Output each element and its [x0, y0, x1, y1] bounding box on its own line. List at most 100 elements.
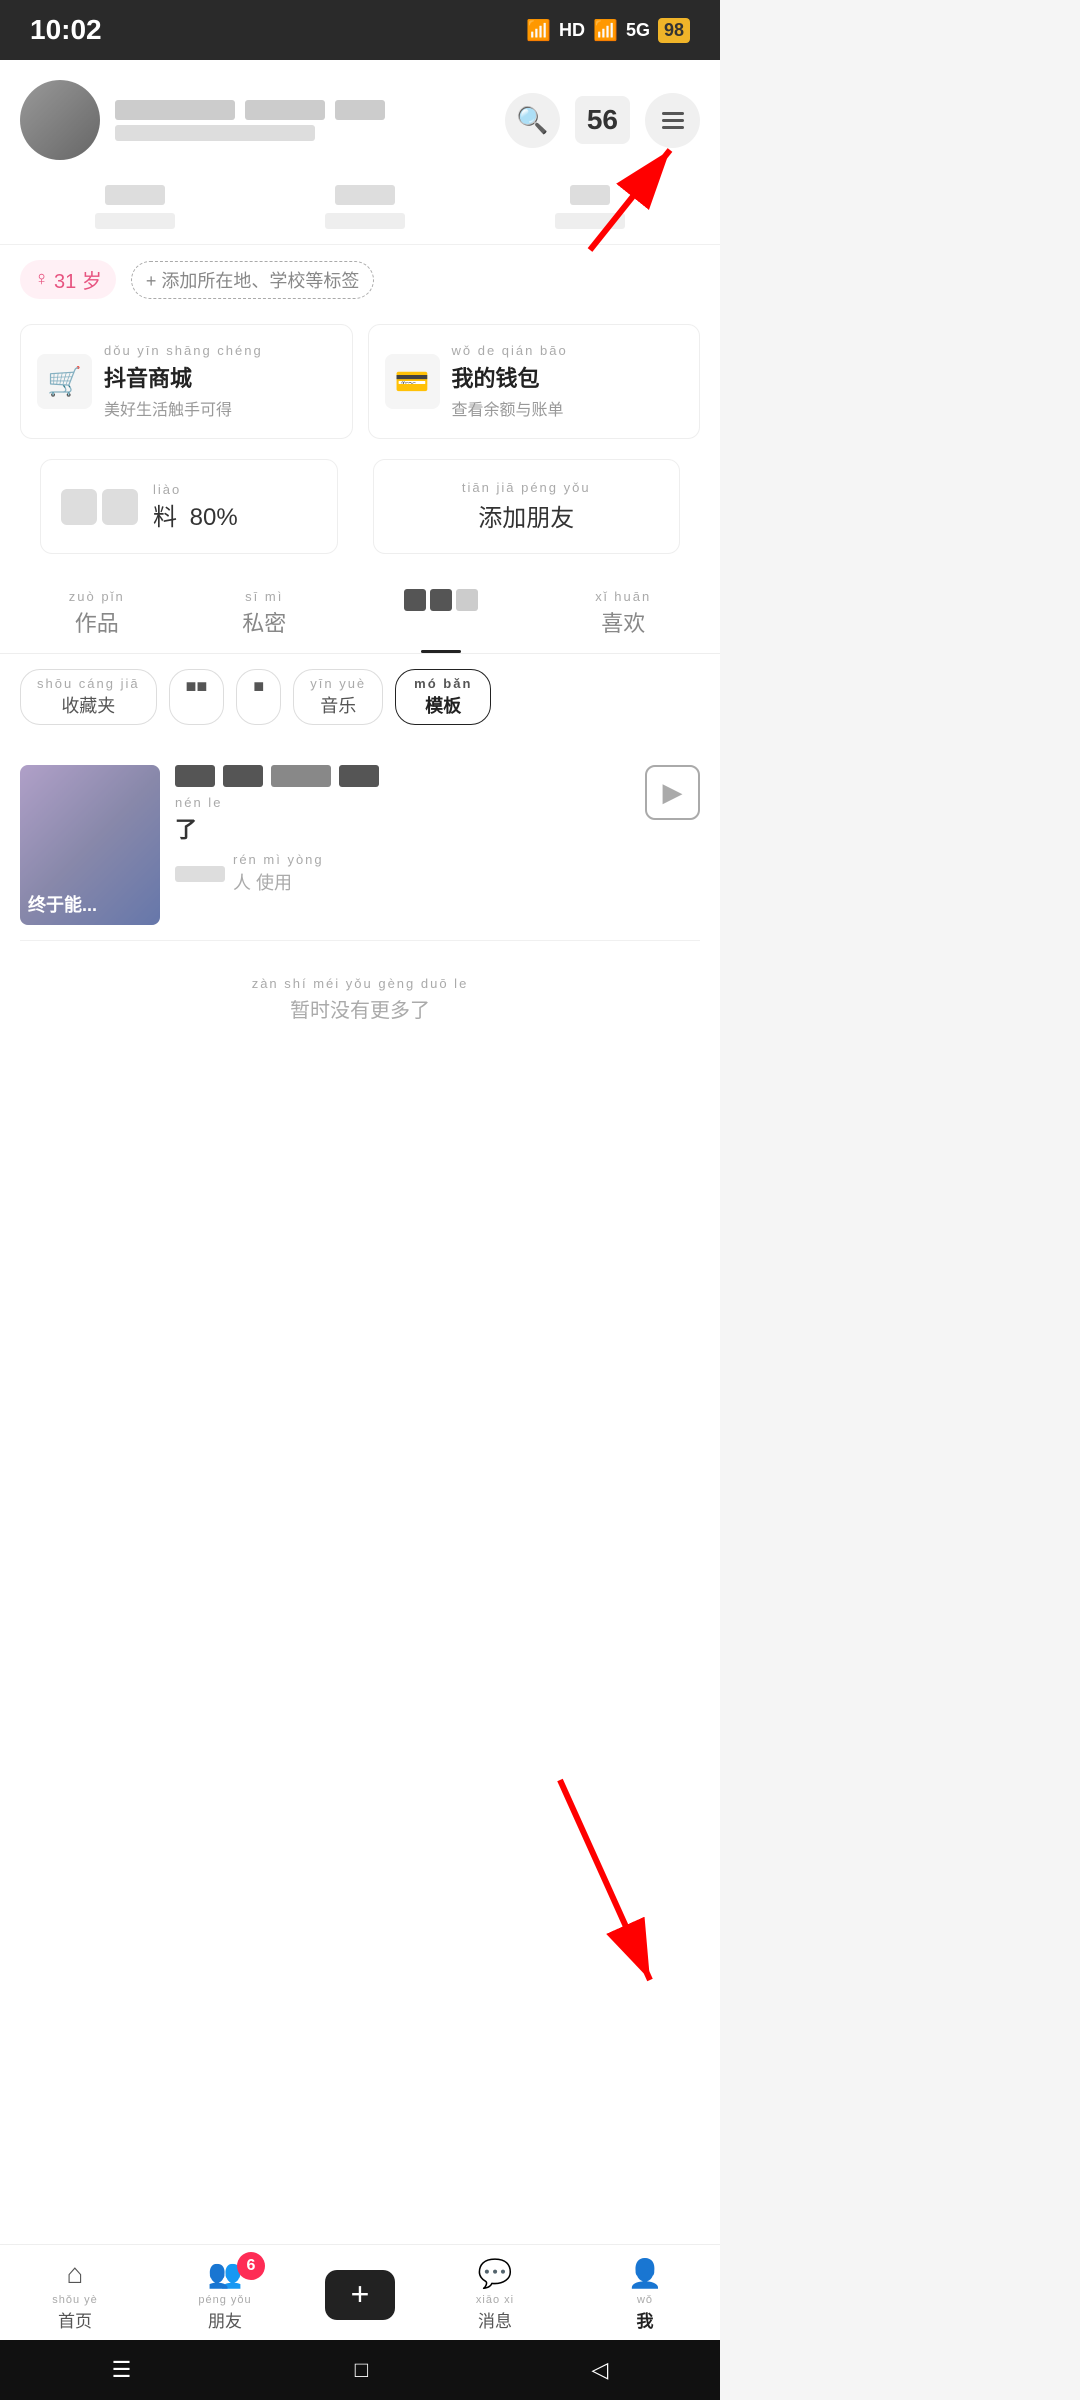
post-meta-pinyin: rén mì yòng	[233, 852, 324, 867]
filter-favorites-label: 收藏夹	[61, 692, 115, 718]
filter-music[interactable]: yīn yuè 音乐	[293, 669, 383, 725]
username-block-3	[335, 100, 385, 120]
tabs-container: zuò pǐn 作品 sī mì 私密 xǐ huān 喜欢	[0, 574, 720, 654]
content-section: 终于能... nén le 了	[0, 740, 720, 1063]
post-thumbnail: 终于能...	[20, 765, 160, 925]
menu-line-2	[662, 119, 684, 122]
menu-button[interactable]	[645, 93, 700, 148]
nav-messages[interactable]: 💬 xiāo xi 消息	[445, 2257, 545, 2332]
shop-subtitle: 美好生活触手可得	[104, 396, 263, 420]
post-meta-text: rén mì yòng 人 使用	[233, 852, 324, 895]
stat-following[interactable]	[95, 185, 175, 229]
plus-icon: +	[351, 2276, 370, 2313]
post-info: nén le 了 rén mì yòng 人 使用	[175, 765, 630, 895]
filter-type3[interactable]: ■	[236, 669, 281, 725]
profile-complete-pinyin: liào	[153, 482, 317, 497]
post-meta-blocks: rén mì yòng 人 使用	[175, 852, 630, 895]
filter-favorites-pinyin: shōu cáng jiā	[37, 676, 140, 691]
stat-followers[interactable]	[325, 185, 405, 229]
nav-plus-button[interactable]: +	[325, 2270, 395, 2320]
likes-label-block	[555, 213, 625, 229]
system-home-button[interactable]: □	[355, 2357, 368, 2383]
shop-card[interactable]: 🛒 dǒu yīn shāng chéng 抖音商城 美好生活触手可得	[20, 324, 353, 439]
signal-icon: 📶	[593, 18, 618, 43]
add-tag-button[interactable]: + 添加所在地、学校等标签	[131, 261, 375, 299]
wallet-icon: 💳	[385, 354, 440, 409]
system-menu-button[interactable]: ☰	[112, 2357, 132, 2383]
search-button[interactable]: 🔍	[505, 93, 560, 148]
nav-home[interactable]: ⌂ shǒu yè 首页	[25, 2258, 125, 2332]
followers-label-block	[325, 213, 405, 229]
gender-icon: ♀	[34, 268, 49, 291]
tab-grid-sq2	[430, 589, 452, 611]
notification-count[interactable]: 56	[575, 96, 630, 144]
stat-likes[interactable]	[555, 185, 625, 229]
bottom-nav: ⌂ shǒu yè 首页 6 👥 péng yǒu 朋友 + 💬 xiāo xi…	[0, 2244, 720, 2340]
username-row	[115, 100, 385, 120]
profile-complete-card[interactable]: liào 料 80%	[40, 459, 338, 554]
status-time: 10:02	[30, 14, 102, 46]
post-title-blocks	[175, 765, 630, 787]
profile-info	[115, 100, 385, 141]
likes-num-block	[570, 185, 610, 205]
shop-title-pinyin: dǒu yīn shāng chéng	[104, 343, 263, 358]
meta-block-1	[175, 866, 225, 882]
nav-home-label: 首页	[58, 2307, 92, 2332]
add-tag-label: + 添加所在地、学校等标签	[146, 267, 360, 293]
arrow-bottom-right	[500, 1760, 700, 2010]
tab-works[interactable]: zuò pǐn 作品	[59, 574, 135, 653]
gender-age-tag: ♀ 31 岁	[20, 260, 116, 299]
nav-messages-label: 消息	[478, 2307, 512, 2332]
tab-likes[interactable]: xǐ huān 喜欢	[585, 574, 661, 653]
tab-private[interactable]: sī mì 私密	[232, 574, 296, 653]
friends-badge: 6	[237, 2252, 265, 2280]
hd-label: HD	[559, 20, 585, 41]
spacer	[0, 1063, 720, 1663]
nav-me-pinyin: wǒ	[637, 2294, 653, 2306]
followers-num-block	[335, 185, 395, 205]
shop-title: 抖音商城	[104, 361, 263, 393]
tab-grid-icons	[404, 589, 478, 611]
tab-works-pinyin: zuò pǐn	[69, 589, 125, 604]
avatar[interactable]	[20, 80, 100, 160]
system-nav: ☰ □ ◁	[0, 2340, 720, 2400]
nav-me[interactable]: 👤 wǒ 我	[595, 2257, 695, 2332]
filter-template[interactable]: mó bǎn 模板	[395, 669, 491, 725]
profile-right: 🔍 56	[505, 93, 700, 148]
filter-template-pinyin: mó bǎn	[414, 676, 472, 691]
me-icon: 👤	[628, 2257, 663, 2290]
tab-private-pinyin: sī mì	[245, 589, 283, 604]
nav-friends[interactable]: 6 👥 péng yǒu 朋友	[175, 2257, 275, 2332]
profile-header: 🔍 56	[0, 60, 720, 170]
filter-music-pinyin: yīn yuè	[310, 676, 366, 691]
status-bar: 10:02 📶 HD 📶 5G 98	[0, 0, 720, 60]
id-block	[115, 125, 315, 141]
battery-level: 98	[658, 18, 690, 43]
post-meta-label: 人 使用	[233, 869, 324, 895]
filter-type2[interactable]: ■■	[169, 669, 225, 725]
post-title-chinese: 了	[175, 812, 630, 844]
wallet-title: 我的钱包	[452, 361, 568, 393]
title-block-4	[339, 765, 379, 787]
two-col-cards: liào 料 80% tiān jiā péng yǒu 添加朋友	[0, 449, 720, 564]
main-content: 🔍 56	[0, 60, 720, 2260]
tab-grid[interactable]	[394, 574, 488, 653]
wallet-card[interactable]: 💳 wǒ de qián bāo 我的钱包 查看余额与账单	[368, 324, 701, 439]
profile-complete-label: 料 80%	[153, 497, 317, 532]
tab-likes-label: 喜欢	[601, 606, 645, 638]
post-title-chinese-block: nén le 了	[175, 795, 630, 844]
tab-grid-sq1	[404, 589, 426, 611]
no-more-label: 暂时没有更多了	[290, 1000, 430, 1022]
filter-favorites[interactable]: shōu cáng jiā 收藏夹	[20, 669, 157, 725]
no-more-content: zàn shí méi yǒu gèng duō le 暂时没有更多了	[20, 941, 700, 1053]
profile-left	[20, 80, 385, 160]
profile-icon-1	[61, 489, 97, 525]
post-item[interactable]: 终于能... nén le 了	[20, 750, 700, 941]
system-back-button[interactable]: ◁	[591, 2357, 608, 2383]
post-play-button[interactable]: ▶	[645, 765, 700, 820]
add-friend-card[interactable]: tiān jiā péng yǒu 添加朋友	[373, 459, 681, 554]
status-icons: 📶 HD 📶 5G 98	[526, 18, 690, 43]
menu-line-1	[662, 112, 684, 115]
following-label-block	[95, 213, 175, 229]
add-friend-pinyin: tiān jiā péng yǒu	[462, 480, 591, 495]
